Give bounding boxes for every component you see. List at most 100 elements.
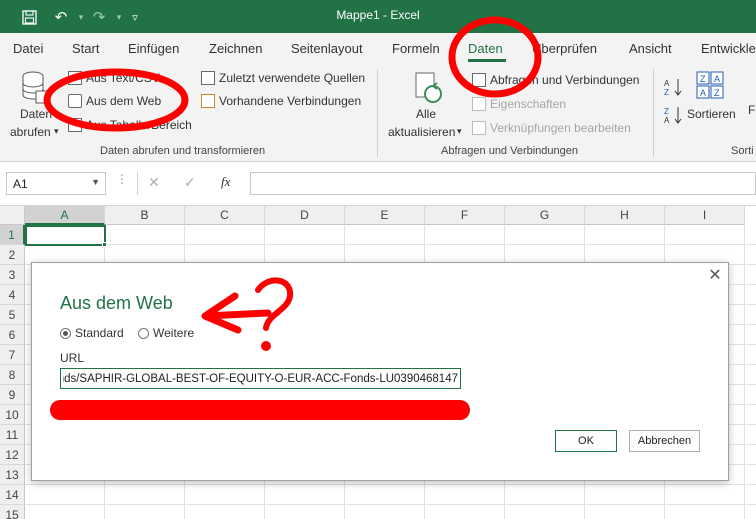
tab-entwickler[interactable]: Entwickler xyxy=(701,41,756,56)
column-header-h[interactable]: H xyxy=(585,206,665,225)
queries-icon xyxy=(472,73,486,87)
column-header-c[interactable]: C xyxy=(185,206,265,225)
from-table-label: Aus Tabelle/Bereich xyxy=(86,118,192,132)
column-header-a[interactable]: A xyxy=(25,206,105,225)
column-header-f[interactable]: F xyxy=(425,206,505,225)
row-header-13[interactable]: 13 xyxy=(0,465,25,485)
sort-dialog-icon: ZA AZ xyxy=(696,71,724,99)
queries-connections-button[interactable]: Abfragen und Verbindungen xyxy=(472,71,647,89)
ribbon-tabs: Datei Start Einfügen Zeichnen Seitenlayo… xyxy=(0,33,756,65)
tab-zeichnen[interactable]: Zeichnen xyxy=(209,41,262,56)
sort-az-icon: AZ xyxy=(664,79,682,97)
existing-connections-button[interactable]: Vorhandene Verbindungen xyxy=(201,92,371,110)
radio-weitere-label: Weitere xyxy=(153,326,195,340)
recent-sources-icon xyxy=(201,71,215,85)
name-box[interactable]: A1 ▼ xyxy=(6,172,106,195)
cancel-button[interactable]: Abbrechen xyxy=(629,430,700,452)
formula-bar: A1 ▼ ⋮ ✕ ✓ fx xyxy=(0,162,756,206)
tab-formeln[interactable]: Formeln xyxy=(392,41,440,56)
column-header-e[interactable]: E xyxy=(345,206,425,225)
tab-start[interactable]: Start xyxy=(72,41,99,56)
confirm-icon[interactable]: ✓ xyxy=(184,174,196,191)
group-label-get-transform: Daten abrufen und transformieren xyxy=(100,145,266,157)
column-header-d[interactable]: D xyxy=(265,206,345,225)
active-cell-a1[interactable] xyxy=(25,225,106,246)
fill-handle[interactable] xyxy=(102,242,107,247)
recent-sources-label: Zuletzt verwendete Quellen xyxy=(219,71,366,85)
radio-weitere-indicator[interactable] xyxy=(138,327,149,339)
row-header-6[interactable]: 6 xyxy=(0,325,25,345)
group-label-queries: Abfragen und Verbindungen xyxy=(441,145,579,157)
refresh-all-label-2: aktualisieren xyxy=(388,125,456,139)
insert-function-icon[interactable]: fx xyxy=(221,174,230,190)
formula-separator xyxy=(137,172,138,195)
edit-links-button[interactable]: Verknüpfungen bearbeiten xyxy=(472,119,647,137)
chevron-down-icon[interactable]: ▼ xyxy=(91,177,100,187)
row-header-7[interactable]: 7 xyxy=(0,345,25,365)
from-table-button[interactable]: Aus Tabelle/Bereich xyxy=(68,116,193,134)
recent-sources-button[interactable]: Zuletzt verwendete Quellen xyxy=(201,69,371,87)
dialog-title: Aus dem Web xyxy=(60,293,173,313)
column-header-g[interactable]: G xyxy=(505,206,585,225)
svg-text:Z: Z xyxy=(664,88,669,97)
close-icon[interactable]: ✕ xyxy=(705,266,725,286)
row-header-1[interactable]: 1 xyxy=(0,225,25,245)
row-header-2[interactable]: 2 xyxy=(0,245,25,265)
refresh-all-button[interactable]: Alle aktualisieren ▾ xyxy=(386,69,466,141)
row-header-10[interactable]: 10 xyxy=(0,405,25,425)
get-data-button[interactable]: Daten abrufen ▾ xyxy=(8,69,62,141)
sort-label: Sortieren xyxy=(687,107,736,121)
url-label: URL xyxy=(60,351,85,365)
text-file-icon xyxy=(68,71,82,85)
grid-row-line xyxy=(25,244,756,245)
from-web-button[interactable]: Aus dem Web xyxy=(68,92,193,110)
row-header-11[interactable]: 11 xyxy=(0,425,25,445)
radio-weitere[interactable]: Weitere xyxy=(138,326,194,340)
database-icon xyxy=(22,71,48,104)
radio-standard[interactable]: Standard xyxy=(60,326,124,340)
get-data-label-1: Daten xyxy=(20,107,53,121)
existing-connections-icon xyxy=(201,94,215,108)
row-header-12[interactable]: 12 xyxy=(0,445,25,465)
refresh-all-label-1: Alle xyxy=(416,107,437,121)
row-header-8[interactable]: 8 xyxy=(0,365,25,385)
tab-daten[interactable]: Daten xyxy=(468,41,503,56)
radio-standard-label: Standard xyxy=(75,326,124,340)
sort-za-button[interactable]: ZA xyxy=(663,105,685,125)
radio-standard-indicator[interactable] xyxy=(60,327,71,339)
row-header-9[interactable]: 9 xyxy=(0,385,25,405)
url-input[interactable] xyxy=(60,368,461,389)
from-web-dialog: ✕ Aus dem Web Standard Weitere URL OK Ab… xyxy=(31,262,729,481)
chevron-down-icon: ▾ xyxy=(457,126,462,136)
row-header-3[interactable]: 3 xyxy=(0,265,25,285)
tab-seitenlayout[interactable]: Seitenlayout xyxy=(291,41,363,56)
row-header-14[interactable]: 14 xyxy=(0,485,25,505)
svg-text:A: A xyxy=(714,74,720,84)
tab-ueberpruefen[interactable]: Überprüfen xyxy=(532,41,597,56)
tab-einfuegen[interactable]: Einfügen xyxy=(128,41,179,56)
ok-button[interactable]: OK xyxy=(555,430,617,452)
more-options-icon[interactable]: ⋮ xyxy=(116,172,128,186)
properties-icon xyxy=(472,97,486,111)
row-header-4[interactable]: 4 xyxy=(0,285,25,305)
cancel-icon[interactable]: ✕ xyxy=(148,174,160,191)
select-all-corner[interactable] xyxy=(0,206,25,225)
column-header-i[interactable]: I xyxy=(665,206,745,225)
from-text-csv-label: Aus Text/CSV xyxy=(86,71,160,85)
ribbon: Daten abrufen ▾ Aus Text/CSV Aus dem Web… xyxy=(0,65,756,162)
group-separator xyxy=(377,69,378,157)
column-header-b[interactable]: B xyxy=(105,206,185,225)
row-header-5[interactable]: 5 xyxy=(0,305,25,325)
from-text-csv-button[interactable]: Aus Text/CSV xyxy=(68,69,193,87)
sort-az-button[interactable]: AZ xyxy=(663,77,685,97)
grid-row-line xyxy=(25,504,756,505)
filter-label-cut[interactable]: F xyxy=(748,103,755,117)
tab-datei[interactable]: Datei xyxy=(13,41,43,56)
sort-button[interactable]: ZA AZ Sortieren xyxy=(687,69,740,129)
active-tab-indicator xyxy=(468,59,506,62)
formula-input[interactable] xyxy=(250,172,756,195)
tab-ansicht[interactable]: Ansicht xyxy=(629,41,672,56)
queries-connections-label: Abfragen und Verbindungen xyxy=(490,73,640,87)
properties-button[interactable]: Eigenschaften xyxy=(472,95,647,113)
row-header-15[interactable]: 15 xyxy=(0,505,25,519)
